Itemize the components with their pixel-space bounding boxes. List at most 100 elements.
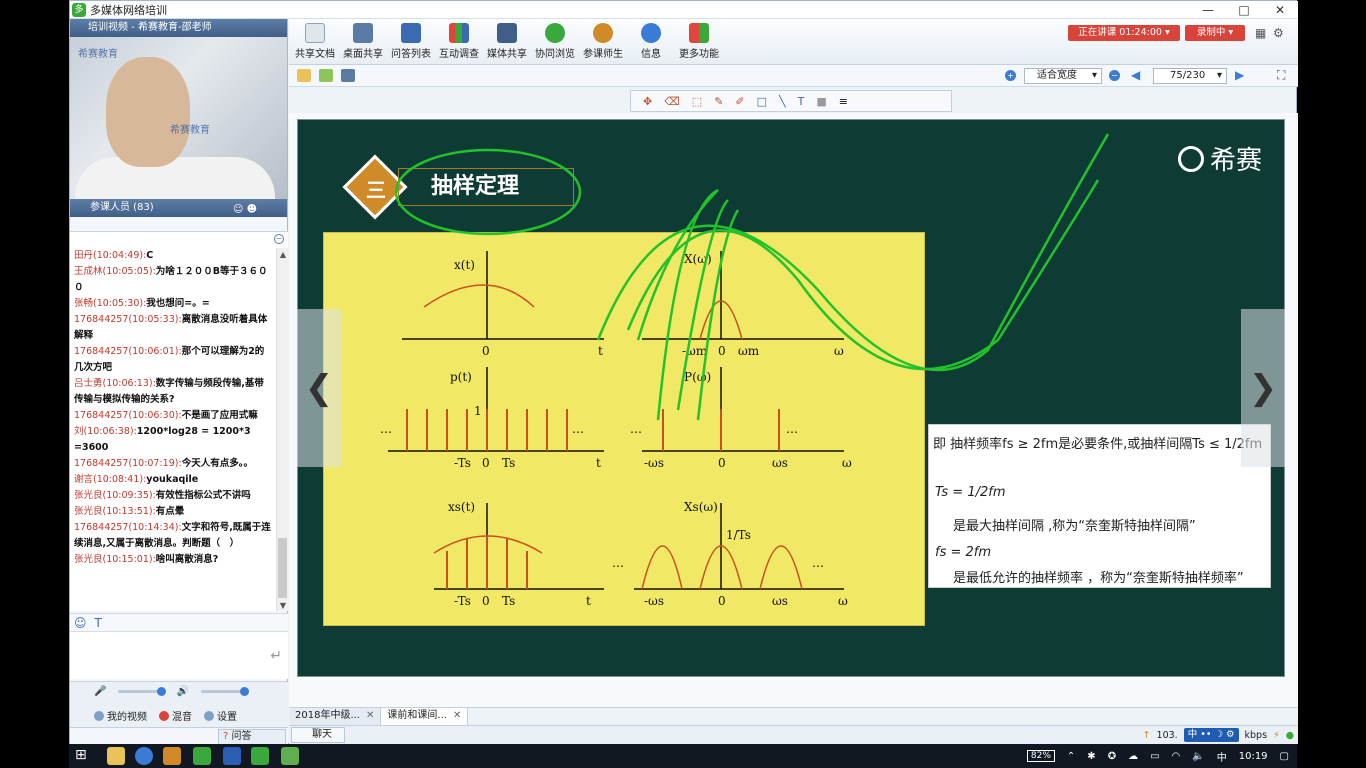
security-icon[interactable]: ✪ bbox=[1108, 751, 1116, 762]
chat-text: 啥叫离散消息? bbox=[155, 554, 219, 565]
toolbar-desktop-share[interactable]: 桌面共享 bbox=[339, 23, 387, 60]
pen-icon[interactable]: ✎ bbox=[714, 95, 723, 108]
microphone-icon[interactable]: 🎤 bbox=[94, 686, 106, 697]
tab-document-2[interactable]: 课前和课间... ✕ bbox=[381, 708, 469, 725]
camtasia-icon[interactable] bbox=[251, 747, 269, 765]
emoji-icon[interactable]: ☺ bbox=[74, 616, 87, 630]
send-icon[interactable]: ↵ bbox=[270, 648, 282, 664]
cloud-icon[interactable]: ☁ bbox=[1128, 751, 1138, 762]
mic-volume-slider[interactable] bbox=[118, 687, 167, 696]
my-video-button[interactable]: 我的视频 bbox=[94, 708, 147, 723]
chat-text: 我也想问=。= bbox=[146, 298, 210, 309]
chat-input[interactable]: ↵ bbox=[70, 631, 288, 679]
annotation-stroke bbox=[696, 209, 740, 421]
app-icon[interactable] bbox=[163, 747, 181, 765]
minimize-button[interactable]: — bbox=[1190, 1, 1226, 19]
text-format-icon[interactable]: T bbox=[95, 616, 102, 630]
live-status-button[interactable]: 正在讲课 01:24:00 ▾ bbox=[1068, 25, 1180, 41]
mic-slider-knob[interactable] bbox=[157, 687, 167, 696]
status-bar: 聊天 ↑ 103. 中 •• ☽ ⚙ kbps ⚡ ● bbox=[289, 725, 1298, 744]
volume-icon[interactable]: 🔈 bbox=[1192, 751, 1204, 762]
annotation-ellipse bbox=[394, 148, 582, 236]
clock[interactable]: 10:19 bbox=[1239, 751, 1268, 762]
close-icon[interactable]: ✕ bbox=[366, 710, 374, 721]
tab-chat[interactable]: 聊天 bbox=[291, 727, 345, 743]
mix-icon bbox=[159, 710, 169, 721]
folder-icon[interactable] bbox=[297, 69, 311, 82]
start-icon[interactable]: ⊞ bbox=[75, 747, 93, 765]
layout-icon[interactable]: ▦ bbox=[1255, 26, 1266, 40]
settings-button[interactable]: 设置 bbox=[204, 708, 237, 723]
pointer-icon[interactable]: ✥ bbox=[643, 95, 652, 108]
maximize-button[interactable]: □ bbox=[1226, 1, 1262, 19]
chat-scrollbar[interactable]: ▲ ▼ bbox=[276, 248, 288, 611]
rectangle-icon[interactable]: □ bbox=[757, 95, 767, 108]
add-document-icon[interactable] bbox=[319, 69, 333, 82]
gear-icon[interactable]: ⚙ bbox=[1273, 26, 1284, 40]
speaker-volume-slider[interactable] bbox=[200, 687, 249, 696]
word-icon[interactable] bbox=[223, 747, 241, 765]
prev-slide-button[interactable]: ❮ bbox=[297, 309, 341, 467]
bluetooth-icon[interactable]: ✱ bbox=[1087, 751, 1095, 762]
scroll-thumb[interactable] bbox=[278, 538, 287, 598]
toolbar-info[interactable]: 信息 bbox=[627, 23, 675, 60]
chat-sender: 176844257(10:14:34): bbox=[74, 522, 182, 533]
close-button[interactable]: ✕ bbox=[1262, 1, 1298, 19]
toolbar-qa-list[interactable]: 问答列表 bbox=[387, 23, 435, 60]
ime-indicator[interactable]: 中 bbox=[1217, 749, 1227, 764]
select-icon[interactable]: ⬚ bbox=[692, 95, 702, 108]
scroll-up-icon[interactable]: ▲ bbox=[277, 250, 288, 259]
recording-button[interactable]: 录制中 ▾ bbox=[1185, 25, 1245, 41]
sync-icon[interactable] bbox=[341, 69, 355, 82]
wifi-icon[interactable]: ◠ bbox=[1172, 751, 1181, 762]
fullscreen-icon[interactable]: ⛶ bbox=[1277, 68, 1285, 83]
text-icon[interactable]: T bbox=[798, 95, 805, 108]
toolbar-more[interactable]: 更多功能 bbox=[675, 23, 723, 60]
collapse-icon[interactable]: − bbox=[274, 234, 284, 244]
scroll-down-icon[interactable]: ▼ bbox=[277, 601, 288, 610]
chat-sender: 张光良(10:13:51): bbox=[74, 506, 156, 517]
mix-button[interactable]: 混音 bbox=[159, 708, 192, 723]
browser-icon[interactable] bbox=[135, 747, 153, 765]
ime-toolbar[interactable]: 中 •• ☽ ⚙ bbox=[1183, 728, 1239, 742]
next-page-icon[interactable]: ▶ bbox=[1235, 68, 1244, 82]
next-slide-button[interactable]: ❯ bbox=[1241, 309, 1285, 467]
training-app-icon[interactable] bbox=[193, 747, 211, 765]
notification-icon[interactable]: ▢ bbox=[1280, 751, 1289, 762]
user-icon[interactable]: ☺ ☻ bbox=[233, 201, 257, 219]
line-width-icon[interactable]: ≡ bbox=[839, 95, 848, 108]
teacher-video[interactable]: 希赛教育 希赛教育 bbox=[70, 37, 287, 199]
prev-page-icon[interactable]: ◀ bbox=[1131, 68, 1140, 82]
toolbar-media-share[interactable]: 媒体共享 bbox=[483, 23, 531, 60]
tab-qa-label: 问答 bbox=[231, 731, 252, 742]
eraser-icon[interactable]: ⌫ bbox=[664, 95, 680, 108]
file-explorer-icon[interactable] bbox=[107, 747, 125, 765]
chevron-up-icon[interactable]: ⌃ bbox=[1067, 751, 1075, 762]
gear-icon bbox=[204, 710, 214, 721]
toolbar-survey[interactable]: 互动调查 bbox=[435, 23, 483, 60]
zoom-select[interactable]: 适合宽度 ▾ bbox=[1024, 68, 1102, 84]
display-icon[interactable]: ▭ bbox=[1150, 751, 1159, 762]
tab-document-2-label: 课前和课间... bbox=[387, 710, 447, 721]
speaker-icon[interactable]: 🔊 bbox=[176, 686, 188, 697]
chat-text: 有点晕 bbox=[155, 506, 185, 517]
toolbar-share-docs[interactable]: 共享文档 bbox=[291, 23, 339, 60]
tab-qa[interactable]: ? 问答 bbox=[218, 729, 286, 745]
zoom-in-icon[interactable]: + bbox=[1005, 70, 1016, 81]
main-toolbar: 共享文档 桌面共享 问答列表 互动调查 媒体共享 协同浏览 参课师生 信息 更多… bbox=[289, 19, 1298, 65]
close-icon[interactable]: ✕ bbox=[453, 710, 461, 721]
participants-header[interactable]: 参课人员 (83) ☺ ☻ bbox=[70, 199, 287, 217]
toolbar-attendees[interactable]: 参课师生 bbox=[579, 23, 627, 60]
color-icon[interactable]: ■ bbox=[816, 95, 826, 108]
page-select[interactable]: 75/230 ▾ bbox=[1153, 68, 1227, 84]
chat-message: 176844257(10:14:34):文字和符号,既属于连续消息,又属于离散消… bbox=[74, 520, 272, 552]
battery-indicator[interactable]: 82% bbox=[1026, 750, 1055, 762]
speaker-slider-knob[interactable] bbox=[239, 687, 249, 696]
toolbar-qa-list-label: 问答列表 bbox=[391, 49, 431, 60]
recorder-icon[interactable] bbox=[281, 747, 299, 765]
tab-document-1[interactable]: 2018年中级... ✕ bbox=[289, 708, 382, 725]
zoom-out-icon[interactable]: − bbox=[1109, 70, 1120, 81]
line-icon[interactable]: ╲ bbox=[779, 95, 786, 108]
highlighter-icon[interactable]: ✐ bbox=[735, 95, 744, 108]
toolbar-co-browse[interactable]: 协同浏览 bbox=[531, 23, 579, 60]
